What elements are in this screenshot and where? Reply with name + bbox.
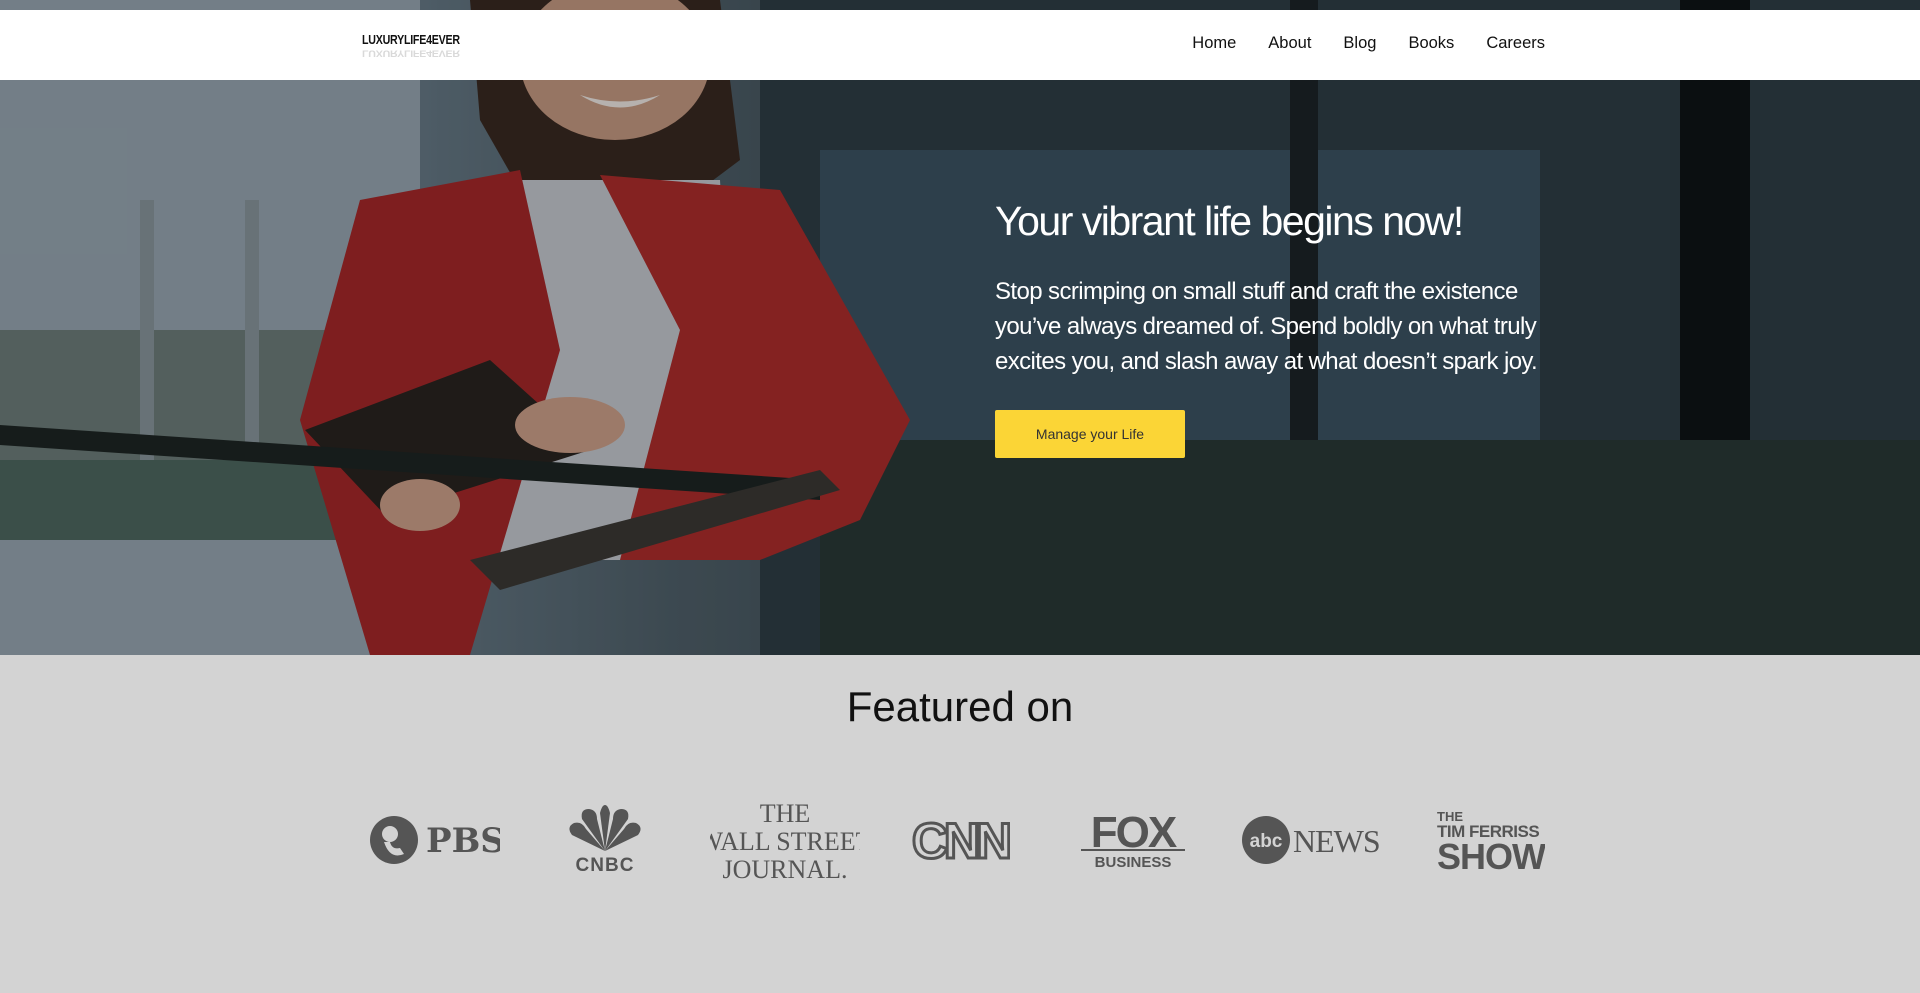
cnbc-logo: CNBC xyxy=(555,795,655,885)
hero-section: Your vibrant life begins now! Stop scrim… xyxy=(0,0,1920,655)
brand-logo[interactable]: LUXURYLIFE4EVER xyxy=(362,32,460,47)
featured-title: Featured on xyxy=(846,683,1074,730)
wsj-logo: THE WALL STREET JOURNAL. xyxy=(710,795,860,885)
svg-text:CNN: CNN xyxy=(912,815,1009,865)
main-nav: Home About Blog Books Careers xyxy=(1192,34,1545,53)
nav-blog-link[interactable]: Blog xyxy=(1343,34,1376,53)
svg-text:WALL STREET: WALL STREET xyxy=(710,827,860,856)
top-navbar: LUXURYLIFE4EVER LUXURYLIFE4EVER Home Abo… xyxy=(0,10,1920,80)
cnn-logo: CNN xyxy=(905,795,1015,885)
svg-text:JOURNAL.: JOURNAL. xyxy=(723,855,848,882)
nav-about-link[interactable]: About xyxy=(1268,34,1311,53)
manage-your-life-button[interactable]: Manage your Life xyxy=(995,410,1185,458)
hero-title: Your vibrant life begins now! xyxy=(995,198,1464,244)
svg-text:NEWS: NEWS xyxy=(1293,823,1380,859)
tim-ferriss-show-logo: THE TIM FERRISS SHOW xyxy=(1430,795,1550,885)
featured-logos-row: PBS CNBC THE WALL STREET JOURNAL. xyxy=(370,795,1550,885)
svg-text:BUSINESS: BUSINESS xyxy=(1094,854,1171,869)
pbs-logo: PBS xyxy=(370,795,500,885)
svg-text:SHOW: SHOW xyxy=(1437,836,1545,873)
svg-text:PBS: PBS xyxy=(426,821,500,861)
svg-text:THE: THE xyxy=(760,799,811,828)
nav-books-link[interactable]: Books xyxy=(1408,34,1454,53)
svg-text:CNBC: CNBC xyxy=(576,855,635,875)
abc-news-logo: abc NEWS xyxy=(1238,795,1383,885)
fox-business-logo: FOX BUSINESS xyxy=(1075,795,1190,885)
nav-careers-link[interactable]: Careers xyxy=(1486,34,1545,53)
hero-subtitle: Stop scrimping on small stuff and craft … xyxy=(995,278,1538,375)
svg-text:abc: abc xyxy=(1249,831,1282,852)
nav-home-link[interactable]: Home xyxy=(1192,34,1236,53)
brand-logo-reflection: LUXURYLIFE4EVER xyxy=(362,48,460,59)
hero-dim-overlay xyxy=(0,0,1920,655)
